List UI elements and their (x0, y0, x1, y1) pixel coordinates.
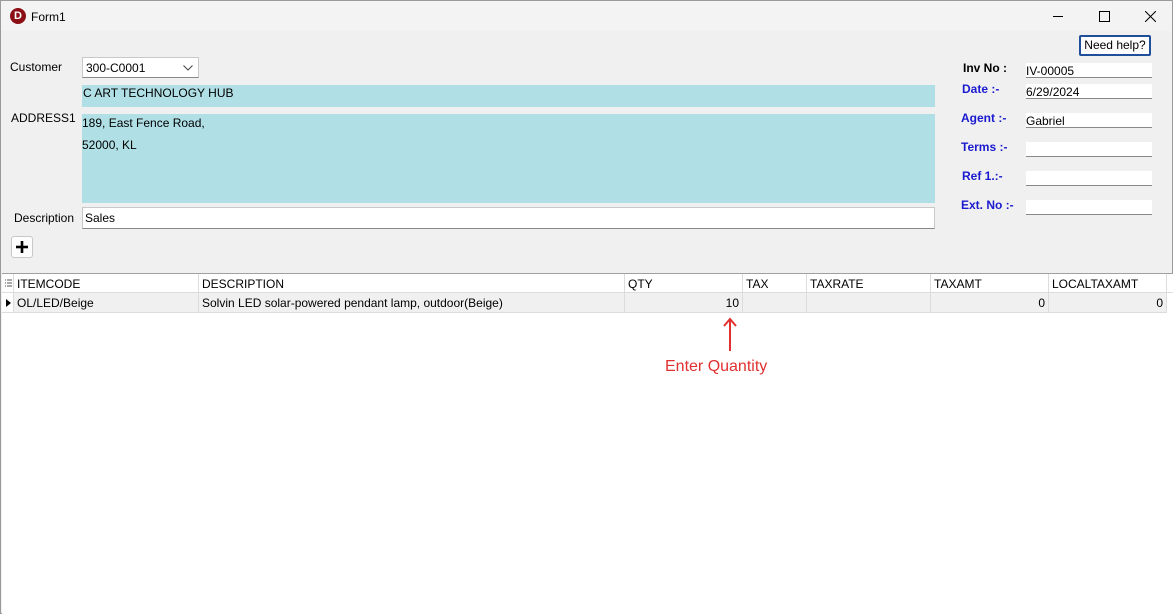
agent-field[interactable]: Gabriel (1026, 113, 1152, 128)
close-button[interactable] (1127, 1, 1173, 31)
terms-label: Terms :- (961, 140, 1008, 154)
cell-description[interactable]: Solvin LED solar-powered pendant lamp, o… (199, 293, 625, 313)
description-value: Sales (85, 211, 116, 225)
company-name-field[interactable]: C ART TECHNOLOGY HUB (82, 85, 935, 107)
main-window: D Form1 Customer 300-C0001 C ART TECHNOL… (0, 0, 1173, 614)
cell-itemcode[interactable]: OL/LED/Beige (14, 293, 199, 313)
address-label: ADDRESS1 (11, 111, 76, 125)
column-header-localtaxamt[interactable]: LOCALTAXAMT (1049, 274, 1167, 293)
cell-taxamt[interactable]: 0 (931, 293, 1049, 313)
plus-icon (16, 241, 28, 253)
cell-qty[interactable]: 10 (625, 293, 743, 313)
column-header-itemcode[interactable]: ITEMCODE (14, 274, 199, 293)
cell-tax[interactable] (743, 293, 807, 313)
annotation-text: Enter Quantity (665, 358, 768, 375)
terms-field[interactable] (1026, 142, 1152, 157)
column-header-taxrate[interactable]: TAXRATE (807, 274, 931, 293)
column-header-qty[interactable]: QTY (625, 274, 743, 293)
ext-no-field[interactable] (1026, 200, 1152, 215)
table-row[interactable]: OL/LED/Beige Solvin LED solar-powered pe… (2, 293, 1173, 313)
current-row-icon (6, 299, 11, 307)
customer-value: 300-C0001 (86, 61, 146, 75)
customer-combobox[interactable]: 300-C0001 (82, 57, 199, 78)
maximize-icon (1099, 11, 1110, 22)
inv-no-field[interactable]: IV-00005 (1026, 63, 1152, 78)
chevron-down-icon[interactable] (183, 65, 193, 71)
date-field[interactable]: 6/29/2024 (1026, 84, 1152, 99)
address-line-2: 52000, KL (82, 138, 137, 152)
select-all-icon[interactable] (2, 274, 14, 293)
inv-no-value: IV-00005 (1026, 64, 1075, 78)
items-grid[interactable]: ITEMCODE DESCRIPTION QTY TAX TAXRATE TAX… (2, 273, 1173, 614)
close-icon (1145, 11, 1156, 22)
agent-label: Agent :- (961, 111, 1007, 125)
description-label: Description (14, 211, 75, 225)
date-label: Date :- (962, 82, 1000, 96)
ext-no-label: Ext. No :- (961, 198, 1014, 212)
add-row-button[interactable] (11, 236, 33, 258)
column-header-tax[interactable]: TAX (743, 274, 807, 293)
customer-label: Customer (10, 60, 63, 74)
column-header-description[interactable]: DESCRIPTION (199, 274, 625, 293)
ref1-field[interactable] (1026, 171, 1152, 186)
need-help-button[interactable]: Need help? (1079, 35, 1151, 56)
agent-value: Gabriel (1026, 114, 1065, 128)
up-arrow-icon (723, 317, 737, 351)
column-header-taxamt[interactable]: TAXAMT (931, 274, 1049, 293)
ref1-label: Ref 1.:- (962, 169, 1003, 183)
app-logo-icon: D (10, 8, 26, 24)
inv-no-label: Inv No : (963, 61, 1007, 75)
minimize-button[interactable] (1035, 1, 1081, 31)
row-selector[interactable] (2, 293, 14, 313)
company-name-text: C ART TECHNOLOGY HUB (83, 86, 234, 100)
maximize-button[interactable] (1081, 1, 1127, 31)
address-line-1: 189, East Fence Road, (82, 116, 205, 130)
description-field[interactable]: Sales (82, 207, 935, 229)
address-field[interactable]: 189, East Fence Road, 52000, KL (82, 114, 935, 203)
cell-taxrate[interactable] (807, 293, 931, 313)
cell-localtaxamt[interactable]: 0 (1049, 293, 1167, 313)
minimize-icon (1053, 16, 1063, 17)
window-title: Form1 (31, 10, 66, 24)
date-value: 6/29/2024 (1026, 85, 1080, 99)
title-bar: D Form1 (1, 1, 1172, 31)
grid-header: ITEMCODE DESCRIPTION QTY TAX TAXRATE TAX… (2, 273, 1173, 293)
